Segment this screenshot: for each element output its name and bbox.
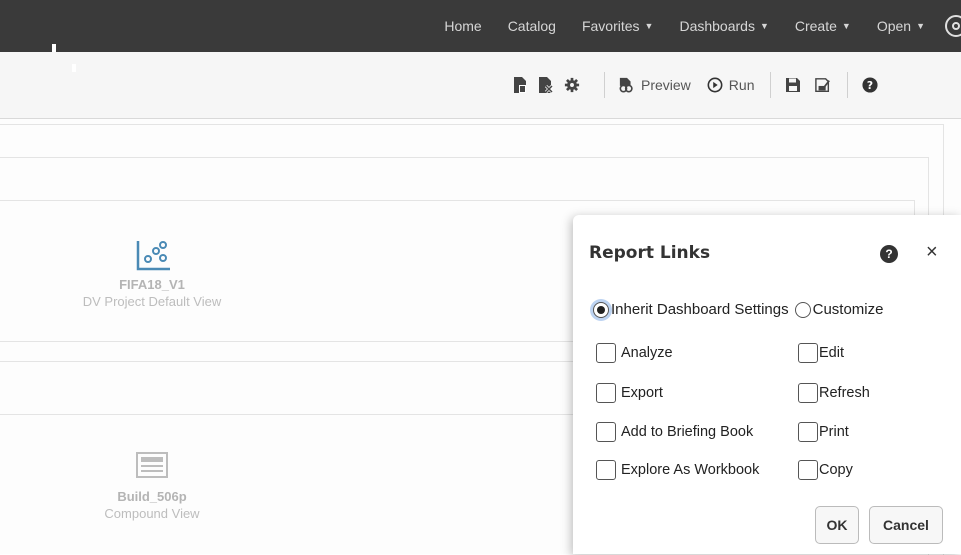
run-label: Run bbox=[728, 77, 755, 93]
analyze-checkbox[interactable] bbox=[596, 343, 616, 363]
help-icon[interactable]: ? bbox=[880, 245, 898, 263]
nav-dashboards[interactable]: Dashboards ▼ bbox=[679, 18, 768, 34]
cancel-button[interactable]: Cancel bbox=[869, 506, 943, 544]
delete-page-icon[interactable] bbox=[538, 76, 554, 94]
briefing-book-checkbox-row[interactable]: Add to Briefing Book bbox=[596, 422, 753, 442]
nav-dashboards-label: Dashboards bbox=[679, 18, 755, 34]
view-type: DV Project Default View bbox=[82, 294, 222, 309]
inherit-settings-label: Inherit Dashboard Settings bbox=[611, 301, 789, 318]
edit-label: Edit bbox=[819, 345, 844, 361]
analyze-label: Analyze bbox=[621, 345, 673, 361]
caret-down-icon: ▼ bbox=[841, 21, 851, 31]
save-as-icon[interactable] bbox=[815, 76, 831, 94]
caret-down-icon: ▼ bbox=[759, 21, 769, 31]
svg-text:?: ? bbox=[867, 79, 873, 92]
copy-label: Copy bbox=[819, 462, 853, 478]
nav-open-label: Open bbox=[876, 18, 912, 34]
customize-radio[interactable] bbox=[794, 301, 811, 318]
preview-button[interactable]: Preview bbox=[619, 76, 691, 94]
edit-checkbox[interactable] bbox=[798, 343, 818, 363]
nav-create-label: Create bbox=[794, 18, 837, 34]
toolbar-actions: Preview Run ? bbox=[512, 52, 888, 118]
toolbar-divider bbox=[770, 72, 772, 98]
preview-label: Preview bbox=[641, 77, 691, 93]
refresh-checkbox[interactable] bbox=[798, 383, 818, 403]
refresh-checkbox-row[interactable]: Refresh bbox=[798, 383, 870, 403]
close-icon[interactable]: × bbox=[926, 241, 938, 264]
link-mode-radio-group: Inherit Dashboard Settings Customize bbox=[593, 301, 883, 318]
nav-open[interactable]: Open ▼ bbox=[877, 18, 925, 34]
nav-home-label: Home bbox=[444, 18, 482, 34]
nav-catalog[interactable]: Catalog bbox=[508, 18, 556, 34]
main-nav: Home Catalog Favorites ▼ Dashboards ▼ Crea… bbox=[444, 0, 961, 52]
gear-icon[interactable] bbox=[564, 76, 580, 94]
refresh-label: Refresh bbox=[819, 385, 870, 401]
print-checkbox[interactable] bbox=[798, 422, 818, 442]
export-checkbox-row[interactable]: Export bbox=[596, 383, 663, 403]
dialog-title: Report Links bbox=[589, 243, 711, 263]
briefing-book-label: Add to Briefing Book bbox=[621, 424, 754, 440]
view-card-scatter[interactable]: FIFA18_V1 DV Project Default View bbox=[22, 239, 282, 309]
page-properties-icon[interactable] bbox=[512, 76, 528, 94]
nav-home[interactable]: Home bbox=[444, 18, 481, 34]
view-type: Compound View bbox=[104, 506, 200, 521]
copy-checkbox-row[interactable]: Copy bbox=[798, 460, 853, 480]
nav-favorites[interactable]: Favorites ▼ bbox=[582, 18, 654, 34]
preview-icon bbox=[619, 76, 635, 94]
save-icon[interactable] bbox=[785, 76, 801, 94]
edit-checkbox-row[interactable]: Edit bbox=[798, 343, 844, 363]
nav-create[interactable]: Create ▼ bbox=[795, 18, 851, 34]
explore-workbook-checkbox[interactable] bbox=[596, 460, 616, 480]
print-checkbox-row[interactable]: Print bbox=[798, 422, 849, 442]
nav-catalog-label: Catalog bbox=[507, 18, 556, 34]
logo-mark bbox=[52, 44, 56, 52]
toolbar-divider bbox=[847, 72, 849, 98]
logo-mark-lower bbox=[72, 64, 76, 72]
help-icon[interactable]: ? bbox=[862, 76, 879, 94]
analyze-checkbox-row[interactable]: Analyze bbox=[596, 343, 673, 363]
run-button[interactable]: Run bbox=[707, 76, 755, 94]
play-icon bbox=[707, 76, 723, 94]
user-account-icon[interactable] bbox=[945, 15, 961, 37]
export-label: Export bbox=[621, 385, 663, 401]
compound-view-icon bbox=[22, 451, 282, 483]
view-name: FIFA18_V1 bbox=[119, 277, 185, 292]
explore-workbook-label: Explore As Workbook bbox=[621, 462, 760, 478]
customize-label: Customize bbox=[812, 301, 884, 318]
toolbar-divider bbox=[604, 72, 605, 98]
top-nav-bar: Home Catalog Favorites ▼ Dashboards ▼ Crea… bbox=[0, 0, 961, 52]
view-name: Build_506p bbox=[117, 489, 187, 504]
inherit-settings-radio[interactable] bbox=[593, 301, 609, 318]
print-label: Print bbox=[819, 424, 849, 440]
scatter-chart-icon bbox=[22, 239, 282, 271]
nav-favorites-label: Favorites bbox=[581, 18, 640, 34]
briefing-book-checkbox[interactable] bbox=[596, 422, 616, 442]
caret-down-icon: ▼ bbox=[644, 21, 654, 31]
copy-checkbox[interactable] bbox=[798, 460, 818, 480]
caret-down-icon: ▼ bbox=[916, 21, 925, 31]
dashboard-toolbar: Preview Run ? bbox=[0, 52, 961, 119]
export-checkbox[interactable] bbox=[596, 383, 616, 403]
explore-workbook-checkbox-row[interactable]: Explore As Workbook bbox=[596, 460, 759, 480]
view-card-compound[interactable]: Build_506p Compound View bbox=[22, 451, 282, 521]
ok-button[interactable]: OK bbox=[815, 506, 859, 544]
report-links-dialog: Report Links ? × Inherit Dashboard Setti… bbox=[573, 215, 961, 554]
